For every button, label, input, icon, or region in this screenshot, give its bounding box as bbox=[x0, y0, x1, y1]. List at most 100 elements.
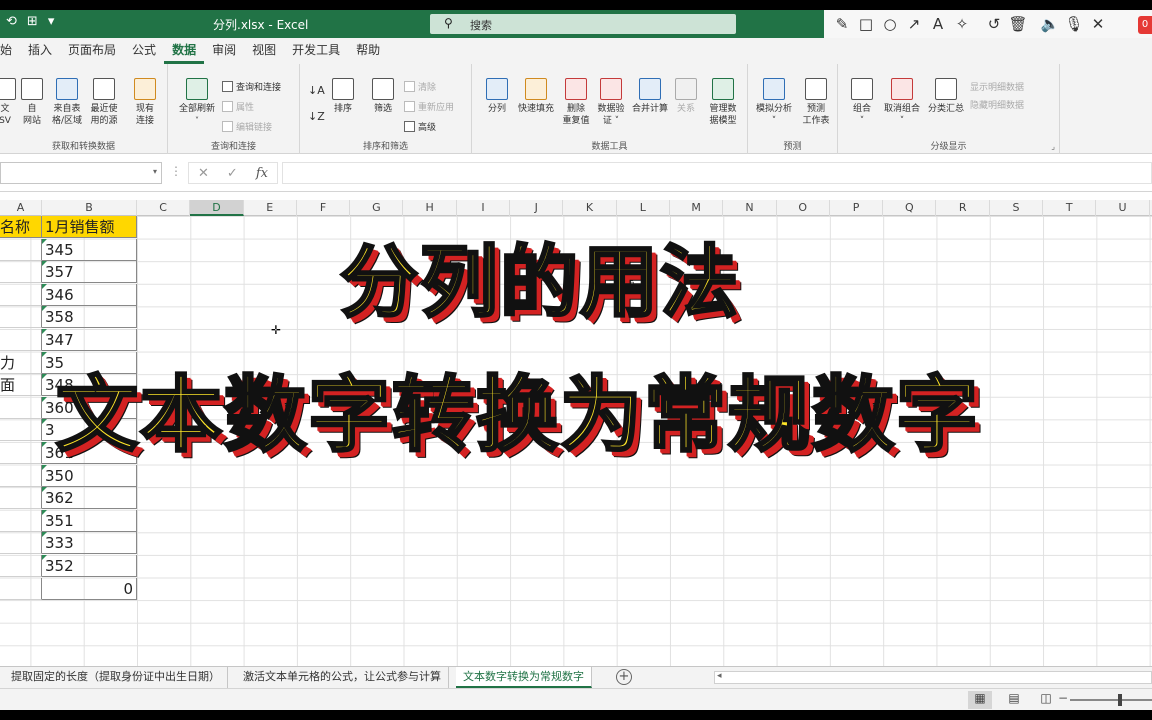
cell-b15[interactable]: 333 bbox=[42, 532, 137, 555]
cell-a6[interactable] bbox=[0, 329, 42, 351]
zoom-slider-thumb[interactable] bbox=[1118, 694, 1122, 706]
column-header-t[interactable]: T bbox=[1043, 200, 1097, 216]
tab-3[interactable]: 公式 bbox=[124, 38, 164, 64]
properties-button[interactable]: 属性 bbox=[222, 100, 254, 113]
enter-icon[interactable]: ✓ bbox=[227, 166, 238, 181]
dialog-launcher-icon[interactable]: ⌟ bbox=[1051, 142, 1055, 151]
reapply-button[interactable]: 重新应用 bbox=[404, 100, 454, 113]
text-number-indicator-icon[interactable] bbox=[42, 532, 47, 538]
text-number-indicator-icon[interactable] bbox=[42, 351, 47, 357]
cell-a7[interactable]: 力 bbox=[0, 351, 42, 374]
queries-connections-button[interactable]: 查询和连接 bbox=[222, 80, 281, 93]
column-header-h[interactable]: H bbox=[404, 200, 457, 216]
cell-b1[interactable]: 1月销售额 bbox=[42, 216, 137, 238]
record-badge[interactable]: 0 bbox=[1138, 16, 1152, 34]
text-number-indicator-icon[interactable] bbox=[42, 374, 47, 380]
column-header-o[interactable]: O bbox=[777, 200, 830, 216]
column-header-j[interactable]: J bbox=[510, 200, 564, 216]
edit-links-button[interactable]: 编辑链接 bbox=[222, 120, 272, 133]
tab-0[interactable]: 始 bbox=[0, 38, 20, 64]
column-header-q[interactable]: Q bbox=[883, 200, 937, 216]
text-tool-icon[interactable]: A bbox=[926, 15, 950, 33]
cell-a14[interactable] bbox=[0, 509, 42, 532]
column-header-f[interactable]: F bbox=[297, 200, 351, 216]
cell-a9[interactable] bbox=[0, 396, 42, 419]
refresh-all-button[interactable]: 全部刷新 ˅ bbox=[176, 78, 218, 127]
data-model-button[interactable]: 管理数 据模型 bbox=[704, 78, 742, 127]
column-header-n[interactable]: N bbox=[723, 200, 777, 216]
page-layout-view-icon[interactable]: ▤ bbox=[1002, 691, 1026, 709]
sheet-tab-activate-formula[interactable]: 激活文本单元格的公式，让公式参与计算 bbox=[236, 667, 449, 688]
remove-duplicates-button[interactable]: 删除 重复值 bbox=[560, 78, 592, 127]
column-header-a[interactable]: A bbox=[0, 200, 42, 216]
tab-2[interactable]: 页面布局 bbox=[60, 38, 124, 64]
recent-sources-button[interactable]: 最近使 用的源 bbox=[86, 78, 122, 127]
name-box[interactable]: ▾ bbox=[0, 162, 162, 184]
tab-4[interactable]: 数据 bbox=[164, 38, 205, 64]
cell-a15[interactable] bbox=[0, 532, 42, 555]
text-number-indicator-icon[interactable] bbox=[42, 487, 47, 493]
forecast-sheet-button[interactable]: 预测 工作表 bbox=[800, 78, 832, 127]
column-header-p[interactable]: P bbox=[830, 200, 884, 216]
from-web-button[interactable]: 自 网站 bbox=[20, 78, 44, 127]
magic-wand-icon[interactable]: ✧ bbox=[950, 15, 974, 33]
sheet-tab-extract-length[interactable]: 提取固定的长度（提取身份证中出生日期） bbox=[4, 667, 228, 688]
data-validation-button[interactable]: 数据验 证 ˅ bbox=[594, 78, 628, 127]
cell-a13[interactable] bbox=[0, 487, 42, 510]
text-number-indicator-icon[interactable] bbox=[42, 555, 47, 560]
from-table-button[interactable]: 来自表 格/区域 bbox=[48, 78, 86, 127]
cell-a11[interactable] bbox=[0, 442, 42, 464]
tab-5[interactable]: 审阅 bbox=[204, 38, 244, 64]
column-header-u[interactable]: U bbox=[1096, 200, 1150, 216]
subtotal-button[interactable]: 分类汇总 bbox=[926, 78, 966, 115]
cell-a17[interactable] bbox=[0, 577, 42, 600]
existing-connections-button[interactable]: 现有 连接 bbox=[130, 78, 160, 127]
ungroup-button[interactable]: 取消组合 ˅ bbox=[880, 78, 924, 127]
table-icon[interactable]: ⊞ bbox=[27, 14, 38, 29]
text-number-indicator-icon[interactable] bbox=[42, 396, 47, 402]
tab-1[interactable]: 插入 bbox=[20, 38, 60, 64]
customize-qat-icon[interactable]: ▾ bbox=[48, 14, 55, 29]
search-box[interactable]: ⚲ 搜索 bbox=[430, 14, 736, 34]
what-if-analysis-button[interactable]: 模拟分析 ˅ bbox=[752, 78, 796, 127]
horizontal-scrollbar[interactable]: ◂ bbox=[714, 671, 1152, 684]
name-box-dropdown-icon[interactable]: ▾ bbox=[153, 167, 157, 176]
clear-filter-button[interactable]: 清除 bbox=[404, 80, 436, 93]
cell-a5[interactable] bbox=[0, 306, 42, 329]
sheet-tab-text-to-number[interactable]: 文本数字转换为常规数字 bbox=[456, 667, 592, 688]
show-detail-button[interactable]: 显示明细数据 bbox=[970, 80, 1024, 93]
consolidate-button[interactable]: 合并计算 bbox=[630, 78, 670, 115]
cell-a3[interactable] bbox=[0, 261, 42, 284]
cell-a16[interactable] bbox=[0, 555, 42, 577]
sort-button[interactable]: 排序 bbox=[328, 78, 358, 115]
text-number-indicator-icon[interactable] bbox=[42, 419, 47, 425]
trash-icon[interactable]: 🗑 bbox=[1006, 15, 1030, 33]
circle-icon[interactable]: ○ bbox=[878, 15, 902, 33]
cell-b3[interactable]: 357 bbox=[42, 261, 137, 284]
insert-function-icon[interactable]: fx bbox=[256, 166, 268, 181]
column-header-l[interactable]: L bbox=[617, 200, 670, 216]
column-header-c[interactable]: C bbox=[137, 200, 191, 216]
arrow-icon[interactable]: ↗ bbox=[902, 15, 926, 33]
cell-b13[interactable]: 362 bbox=[42, 487, 137, 510]
undo-icon[interactable]: ↺ bbox=[982, 15, 1006, 33]
column-header-g[interactable]: G bbox=[350, 200, 404, 216]
relationships-button[interactable]: 关系 bbox=[672, 78, 700, 115]
speaker-icon[interactable]: 🔈 bbox=[1038, 15, 1062, 33]
text-number-indicator-icon[interactable] bbox=[42, 261, 47, 267]
close-icon[interactable]: ✕ bbox=[1086, 15, 1110, 33]
text-to-columns-button[interactable]: 分列 bbox=[482, 78, 512, 115]
cell-a8[interactable]: 面 bbox=[0, 374, 42, 397]
column-header-k[interactable]: K bbox=[563, 200, 617, 216]
column-header-r[interactable]: R bbox=[937, 200, 990, 216]
add-sheet-icon[interactable]: + bbox=[616, 669, 632, 685]
text-number-indicator-icon[interactable] bbox=[42, 464, 47, 470]
pen-icon[interactable]: ✎ bbox=[830, 15, 854, 33]
tab-8[interactable]: 帮助 bbox=[348, 38, 388, 64]
cancel-icon[interactable]: ✕ bbox=[198, 166, 209, 181]
from-csv-button[interactable]: 文 SV bbox=[0, 78, 16, 127]
zoom-out-icon[interactable]: − bbox=[1058, 691, 1068, 705]
cell-b14[interactable]: 351 bbox=[42, 509, 137, 532]
sort-desc-button[interactable]: ↓Z bbox=[308, 110, 325, 123]
group-button[interactable]: 组合 ˅ bbox=[848, 78, 876, 127]
